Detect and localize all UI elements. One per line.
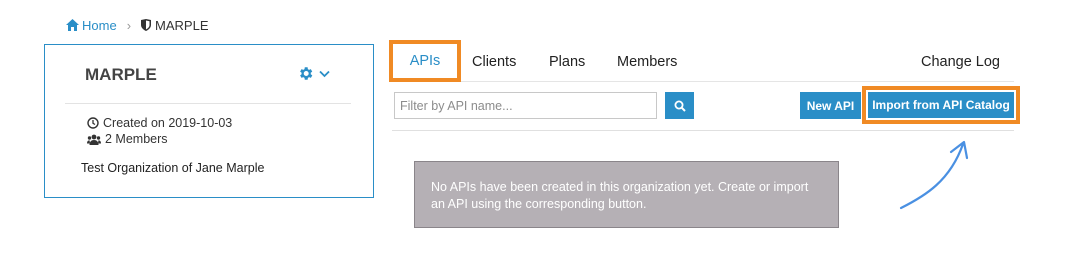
tab-members[interactable]: Members [617,42,677,82]
organization-card-divider [65,103,351,104]
organization-name: MARPLE [85,65,157,84]
tab-apis[interactable]: APIs [389,40,461,82]
import-from-api-catalog-button[interactable]: Import from API Catalog [868,92,1014,118]
empty-apis-message: No APIs have been created in this organi… [414,161,839,228]
shield-icon [141,19,152,31]
filter-api-input[interactable] [394,92,657,119]
organization-card: MARPLE Created on 2019-10-03 2 Members T… [44,44,374,198]
tab-plans[interactable]: Plans [549,42,585,82]
breadcrumb-current: MARPLE [141,17,209,33]
organization-members: 2 Members [105,132,168,146]
tab-change-log[interactable]: Change Log [921,42,1000,82]
organization-settings-menu[interactable] [297,65,330,82]
organization-created-row: Created on 2019-10-03 [87,115,232,131]
organization-members-row: 2 Members [87,131,232,147]
clock-icon [87,117,99,129]
import-button-highlight: Import from API Catalog [862,86,1020,124]
search-button[interactable] [665,92,694,119]
organization-created: Created on 2019-10-03 [103,116,233,130]
breadcrumb-separator: › [126,17,132,33]
breadcrumb-home-label: Home [82,17,117,33]
organization-meta: Created on 2019-10-03 2 Members [87,115,232,147]
home-icon [66,19,79,31]
breadcrumb-home-link[interactable]: Home [66,18,117,33]
gear-icon [300,67,313,80]
tab-clients[interactable]: Clients [472,42,516,82]
chevron-down-icon [319,70,330,77]
new-api-button[interactable]: New API [800,92,861,119]
breadcrumb: Home › MARPLE [66,16,209,34]
toolbar-divider [392,130,1014,131]
breadcrumb-current-label: MARPLE [155,17,209,33]
search-icon [674,100,686,112]
organization-description: Test Organization of Jane Marple [81,161,265,175]
organization-tabs: APIs Clients Plans Members Change Log [389,40,1014,82]
arrow-icon [899,140,969,210]
users-icon [87,134,101,145]
